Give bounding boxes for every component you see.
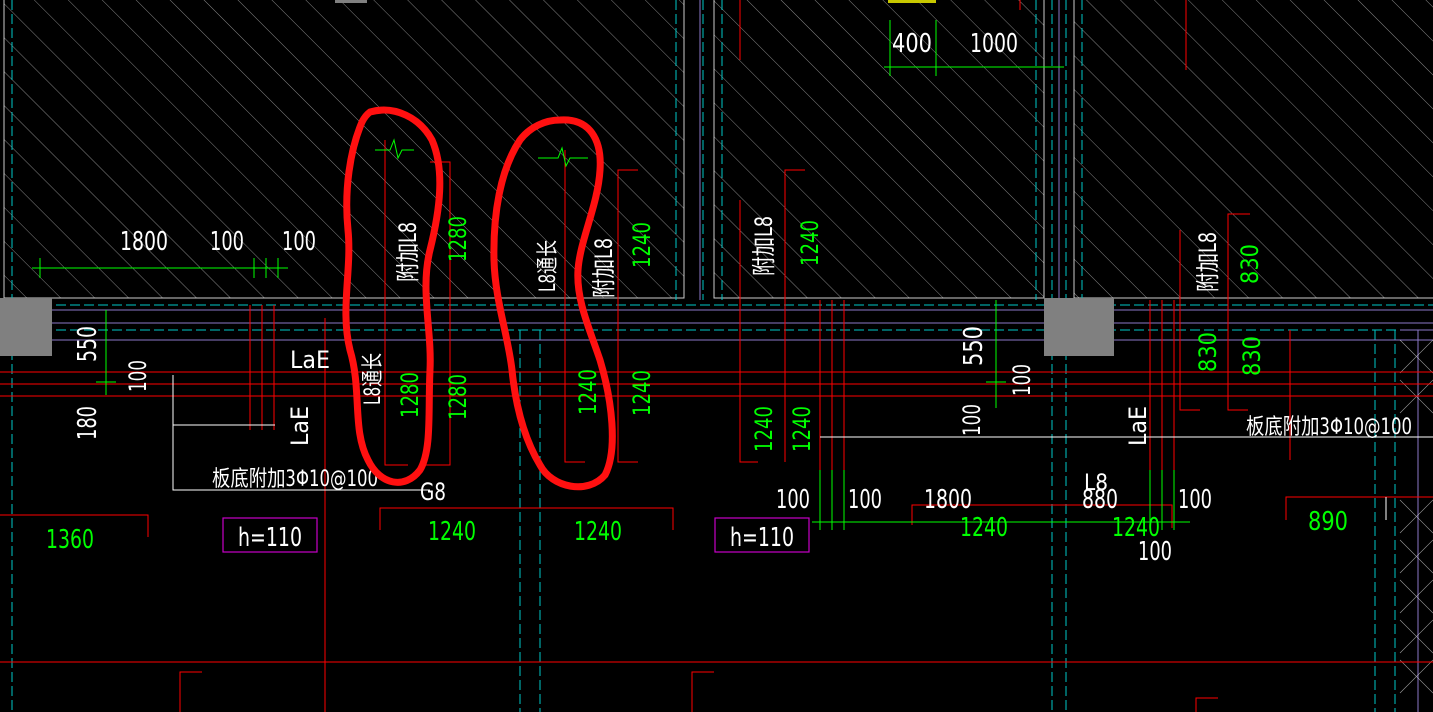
dim-180-left: 180 [73, 406, 103, 440]
yellow-mark [888, 0, 936, 3]
len-1240-f: 1240 [788, 406, 816, 452]
note-bandi-right: 板底附加3Φ10@100 [1246, 415, 1412, 440]
dim-550-right: 550 [959, 326, 989, 366]
len-1280-c: 1280 [444, 374, 472, 420]
label-l8-tongchang-1: L8通长 [361, 353, 386, 405]
dim-100-mid-a: 100 [776, 485, 810, 515]
dim-1800-top: 1800 [120, 227, 168, 257]
note-bandi-left: 板底附加3Φ10@100 [212, 467, 378, 492]
slab-thickness-label-2: h=110 [730, 523, 794, 553]
len-830-b: 830 [1194, 332, 1222, 372]
len-bottom-1240-b: 1240 [574, 517, 622, 547]
len-bottom-1240-d: 1240 [1112, 513, 1160, 543]
len-bottom-1360: 1360 [46, 525, 94, 555]
dim-400: 400 [892, 29, 932, 59]
column-right [1044, 298, 1114, 356]
label-lae-2: LaE [286, 406, 314, 446]
column-left [0, 298, 52, 356]
dim-100-left: 100 [124, 360, 152, 392]
dim-550-left: 550 [73, 326, 103, 362]
len-1280-a: 1280 [444, 216, 472, 262]
dim-100-right-a: 100 [1008, 364, 1036, 396]
len-bottom-1240-c: 1240 [960, 513, 1008, 543]
len-1280-b: 1280 [396, 372, 424, 418]
label-g8: G8 [420, 478, 446, 506]
label-l8-tongchang-2: L8通长 [536, 240, 561, 292]
len-830-c: 830 [1238, 336, 1266, 376]
cad-drawing-canvas[interactable]: 1800 100 100 400 1000 附加L8 L8通长 L8通长 附加L… [0, 0, 1433, 712]
len-830-a: 830 [1236, 244, 1264, 284]
dim-880: 880 [1082, 485, 1118, 515]
label-lae-1: LaE [290, 346, 330, 374]
len-bottom-1240-a: 1240 [428, 517, 476, 547]
label-fujia-l8-2: 附加L8 [590, 238, 618, 298]
dim-1000: 1000 [970, 29, 1018, 59]
crossed-hatch-right [1399, 339, 1433, 694]
len-bottom-890: 890 [1308, 507, 1348, 537]
len-1240-a: 1240 [628, 222, 656, 268]
dim-1800-mid: 1800 [924, 485, 972, 515]
label-fujia-l8-3: 附加L8 [750, 216, 778, 276]
dim-100-b: 100 [282, 227, 316, 257]
dim-100-mid-b: 100 [848, 485, 882, 515]
label-fujia-l8-4: 附加L8 [1194, 232, 1222, 292]
len-1240-d: 1240 [796, 220, 824, 266]
dim-100-a: 100 [210, 227, 244, 257]
gray-mark-top [335, 0, 367, 3]
dim-100-right-b: 100 [958, 404, 986, 436]
len-1240-b: 1240 [574, 369, 602, 415]
dim-100-mid-c: 100 [1178, 485, 1212, 515]
len-1240-e: 1240 [750, 406, 778, 452]
label-lae-3: LaE [1124, 406, 1152, 446]
slab-thickness-label-1: h=110 [238, 523, 302, 553]
len-1240-c: 1240 [628, 370, 656, 416]
label-fujia-l8-1: 附加L8 [394, 222, 422, 282]
